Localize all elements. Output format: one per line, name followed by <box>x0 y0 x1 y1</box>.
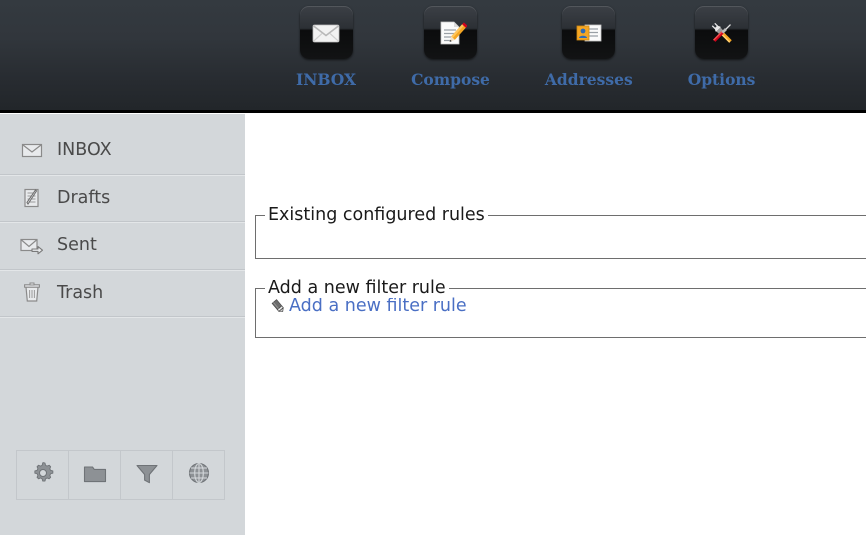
globe-icon <box>185 459 213 491</box>
envelope-icon <box>19 137 45 163</box>
sidebar-label-sent: Sent <box>57 235 97 256</box>
sidebar-toolbar <box>16 450 225 500</box>
draft-note-icon <box>19 185 45 211</box>
sent-envelope-arrow-icon <box>19 232 45 258</box>
nav-item-inbox[interactable]: INBOX <box>296 6 356 89</box>
add-new-rule-fieldset: Add a new filter rule Add a new filter r… <box>255 278 866 338</box>
existing-rules-legend: Existing configured rules <box>265 205 488 225</box>
sidebar: INBOX Drafts Sent Trash <box>0 113 245 535</box>
sidebar-label-inbox: INBOX <box>57 140 112 161</box>
settings-gear-icon <box>29 459 57 491</box>
nav-label-compose: Compose <box>411 70 490 89</box>
sidebar-item-sent[interactable]: Sent <box>0 222 245 270</box>
existing-rules-fieldset: Existing configured rules <box>255 205 866 259</box>
envelope-icon <box>299 6 353 59</box>
trash-can-icon <box>19 280 45 306</box>
top-navigation-items: INBOX Compose Addresses Options <box>296 6 755 89</box>
nav-label-inbox: INBOX <box>296 70 357 89</box>
webmail-filters-page: INBOX Compose Addresses Options INBOX Dr… <box>0 0 866 535</box>
add-new-filter-rule-link[interactable]: Add a new filter rule <box>270 296 467 316</box>
folder-list: INBOX Drafts Sent Trash <box>0 127 245 317</box>
add-new-rule-legend: Add a new filter rule <box>265 278 449 298</box>
filter-funnel-icon <box>133 459 161 491</box>
sidebar-item-trash[interactable]: Trash <box>0 270 245 317</box>
folder-icon <box>81 459 109 491</box>
sidebar-item-drafts[interactable]: Drafts <box>0 175 245 222</box>
globe-button[interactable] <box>172 450 225 500</box>
folder-button[interactable] <box>68 450 121 500</box>
settings-gear-button[interactable] <box>16 450 69 500</box>
address-card-icon <box>562 6 616 59</box>
sidebar-label-trash: Trash <box>57 282 104 303</box>
filter-funnel-button[interactable] <box>120 450 173 500</box>
sidebar-item-inbox[interactable]: INBOX <box>0 127 245 175</box>
top-navigation-bar: INBOX Compose Addresses Options <box>0 0 866 113</box>
sidebar-label-drafts: Drafts <box>57 187 111 208</box>
tools-icon <box>695 6 749 59</box>
nav-label-addresses: Addresses <box>544 70 633 89</box>
main-content: Existing configured rules Add a new filt… <box>245 113 866 535</box>
nav-item-compose[interactable]: Compose <box>411 6 490 89</box>
pencil-eraser-icon <box>270 298 287 315</box>
nav-label-options: Options <box>687 70 756 89</box>
nav-item-addresses[interactable]: Addresses <box>545 6 633 89</box>
add-new-filter-rule-link-label: Add a new filter rule <box>289 296 467 316</box>
compose-pencil-icon <box>423 6 477 59</box>
nav-item-options[interactable]: Options <box>687 6 756 89</box>
